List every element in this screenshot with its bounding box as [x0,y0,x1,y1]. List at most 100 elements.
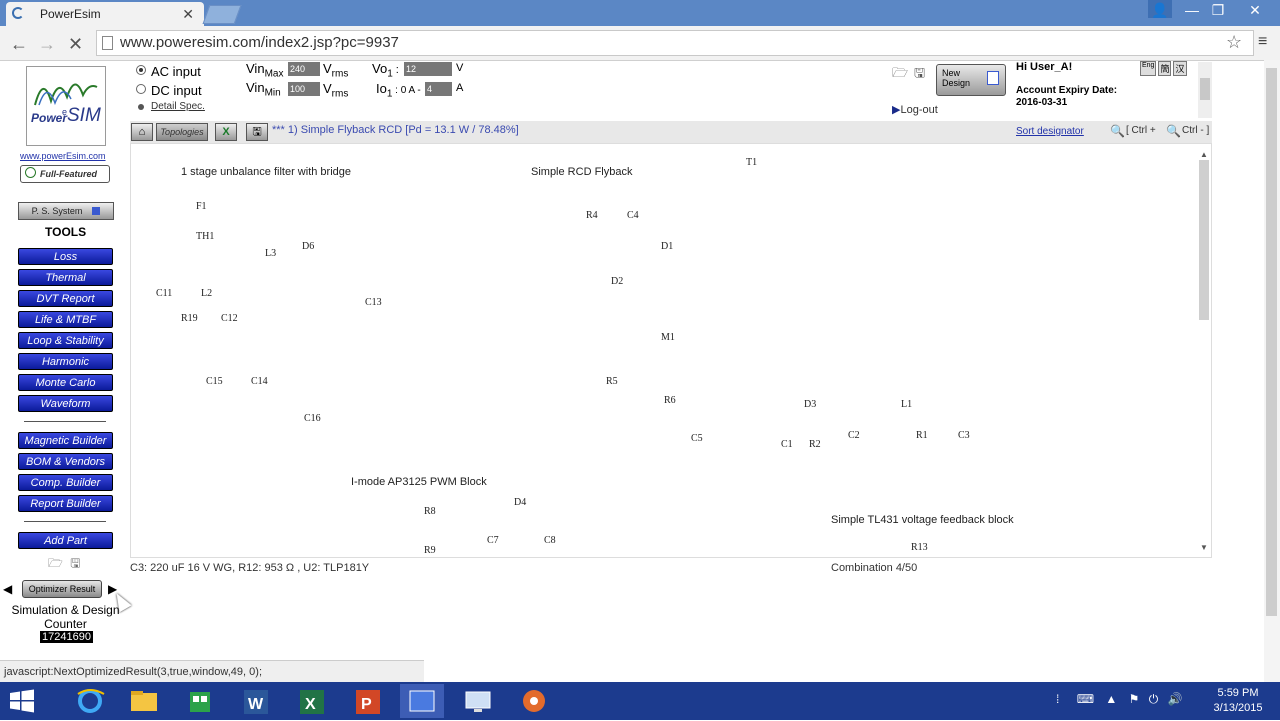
vin-max-input[interactable]: 240 [288,62,320,76]
tool-loop-stability-button[interactable]: Loop & Stability [18,332,113,349]
component-label[interactable]: L2 [201,288,212,299]
component-label[interactable]: R4 [586,210,598,221]
detail-spec-link[interactable]: Detail Spec. [151,101,205,112]
component-label[interactable]: C11 [156,288,172,299]
dc-input-radio[interactable] [136,84,146,94]
component-label[interactable]: R6 [664,395,676,406]
lang-simplified-button[interactable]: 簡 [1158,61,1172,76]
component-label[interactable]: C5 [691,433,703,444]
component-label[interactable]: C3 [958,430,970,441]
sort-designator-link[interactable]: Sort designator [1016,126,1084,137]
user-box-scroll-thumb[interactable] [1200,78,1210,100]
tab-close-icon[interactable]: ✕ [182,6,194,23]
browser-tab[interactable]: PowerEsim ✕ [6,2,204,26]
tool-monte-carlo-button[interactable]: Monte Carlo [18,374,113,391]
component-label[interactable]: F1 [196,201,207,212]
volume-icon[interactable]: 🔊 [1168,692,1183,706]
component-label[interactable]: C7 [487,535,499,546]
zoom-out-icon[interactable]: 🔍 [1166,124,1181,138]
windows-start-icon[interactable] [8,688,36,714]
zoom-out-label[interactable]: Ctrl - ] [1182,125,1209,136]
component-label[interactable]: R9 [424,545,436,556]
back-button[interactable]: ← [10,34,28,55]
remote-desktop-icon[interactable] [456,684,500,718]
maximize-button[interactable]: ❐ [1206,0,1230,22]
component-label[interactable]: D1 [661,241,673,252]
media-app-icon[interactable] [512,684,556,718]
zoom-in-icon[interactable]: 🔍 [1110,124,1125,138]
open-folder-icon[interactable]: 🗁 [892,64,908,86]
flag-icon[interactable]: ⚑ [1129,692,1140,706]
active-app-icon[interactable] [400,684,444,718]
tool-dvt-report-button[interactable]: DVT Report [18,290,113,307]
component-label[interactable]: R5 [606,376,618,387]
ac-input-radio[interactable] [136,65,146,75]
file-explorer-icon[interactable] [122,684,166,718]
add-part-button[interactable]: Add Part [18,532,113,549]
site-link[interactable]: www.powerEsim.com [20,151,106,161]
component-label[interactable]: R19 [181,313,198,324]
close-window-button[interactable]: ✕ [1240,0,1270,22]
tool-loss-button[interactable]: Loss [18,248,113,265]
keyboard-icon[interactable]: ⌨ [1077,692,1094,706]
io-input[interactable]: 4 [425,82,452,96]
component-label[interactable]: C14 [251,376,268,387]
tool-waveform-button[interactable]: Waveform [18,395,113,412]
save-icon[interactable]: 🖫 [70,556,80,570]
power-icon[interactable]: ⏻ [1149,692,1159,706]
component-label[interactable]: R1 [916,430,928,441]
component-label[interactable]: D4 [514,497,526,508]
magnetic-builder-button[interactable]: Magnetic Builder [18,432,113,449]
topologies-button[interactable]: Topologies [156,123,208,141]
internet-explorer-icon[interactable] [68,684,112,718]
vo-input[interactable]: 12 [404,62,452,76]
powerpoint-icon[interactable]: P [346,684,390,718]
component-label[interactable]: D3 [804,399,816,410]
component-label[interactable]: D6 [302,241,314,252]
component-label[interactable]: C16 [304,413,321,424]
ps-system-button[interactable]: P. S. System [18,202,114,220]
component-label[interactable]: C12 [221,313,238,324]
schematic-scroll-thumb[interactable] [1199,160,1209,320]
page-scroll-thumb[interactable] [1266,68,1277,616]
zoom-in-label[interactable]: [ Ctrl + [1126,125,1156,136]
comp-builder-button[interactable]: Comp. Builder [18,474,113,491]
tool-life-mtbf-button[interactable]: Life & MTBF [18,311,113,328]
component-label[interactable]: C13 [365,297,382,308]
show-hidden-icon[interactable]: ▲ [1105,692,1117,706]
forward-button[interactable]: → [38,34,56,55]
report-builder-button[interactable]: Report Builder [18,495,113,512]
word-icon[interactable]: W [234,684,278,718]
excel-icon[interactable]: X [215,123,237,141]
save-design-icon[interactable]: 🖫 [246,123,268,141]
poweresim-logo[interactable]: Power e SIM [26,66,106,146]
new-design-button[interactable]: New Design [936,64,1006,96]
component-label[interactable]: R2 [809,439,821,450]
component-label[interactable]: C15 [206,376,223,387]
component-label[interactable]: T1 [746,157,757,168]
tool-harmonic-button[interactable]: Harmonic [18,353,113,370]
lang-traditional-button[interactable]: 汉 [1173,61,1187,76]
schematic-canvas[interactable] [130,143,1212,558]
component-label[interactable]: M1 [661,332,675,343]
tool-thermal-button[interactable]: Thermal [18,269,113,286]
menu-icon[interactable]: ≡ [1258,33,1267,51]
component-label[interactable]: R13 [911,542,928,553]
user-icon[interactable]: 👤 [1148,0,1172,18]
vin-min-input[interactable]: 100 [288,82,320,96]
component-label[interactable]: R8 [424,506,436,517]
save-icon[interactable]: 🖫 [914,64,925,86]
prev-result-arrow[interactable]: ◀ [3,582,12,596]
component-label[interactable]: D2 [611,276,623,287]
scroll-down-icon[interactable]: ▼ [1200,543,1208,552]
optimizer-result-button[interactable]: Optimizer Result [22,580,102,598]
component-label[interactable]: C4 [627,210,639,221]
home-icon[interactable]: ⌂ [131,123,153,141]
url-text[interactable]: www.poweresim.com/index2.jsp?pc=9937 [120,34,399,51]
scroll-up-icon[interactable]: ▲ [1200,150,1208,159]
component-label[interactable]: C1 [781,439,793,450]
component-label[interactable]: TH1 [196,231,214,242]
bom-vendors-button[interactable]: BOM & Vendors [18,453,113,470]
component-label[interactable]: C2 [848,430,860,441]
minimize-button[interactable]: — [1180,0,1204,22]
